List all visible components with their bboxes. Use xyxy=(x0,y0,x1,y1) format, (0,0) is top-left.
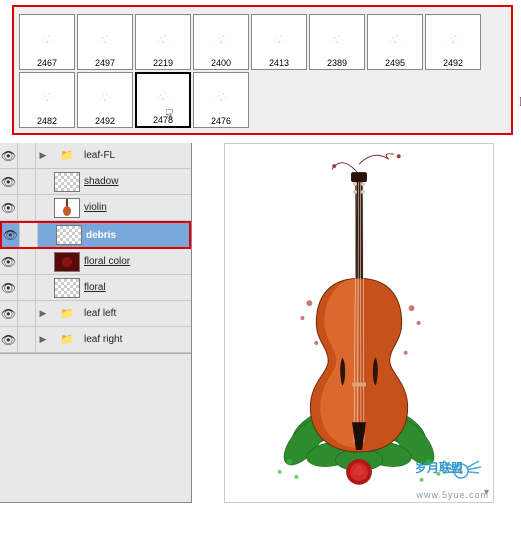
brush-size-label: 2219 xyxy=(153,58,173,68)
eye-icon: 👁 xyxy=(1,307,16,321)
layer-row[interactable]: 👁 violin xyxy=(0,195,191,221)
layer-name[interactable]: shadow xyxy=(84,176,118,187)
brush-thumb xyxy=(140,20,186,58)
layer-name[interactable]: violin xyxy=(84,202,107,213)
visibility-toggle[interactable]: 👁 xyxy=(0,301,18,326)
layer-lock-column[interactable] xyxy=(18,301,36,326)
brush-preset[interactable]: 2389 xyxy=(309,14,365,70)
layer-row[interactable]: 👁 ▶ 📁 leaf right xyxy=(0,327,191,353)
brush-size-label: 2482 xyxy=(37,116,57,126)
eye-icon: 👁 xyxy=(1,255,16,269)
brush-preset[interactable]: 2492 xyxy=(77,72,133,128)
brush-thumb xyxy=(198,20,244,58)
layer-lock-column[interactable] xyxy=(18,195,36,220)
eye-icon: 👁 xyxy=(1,149,16,163)
brush-preset[interactable]: 2482 xyxy=(19,72,75,128)
layer-row[interactable]: 👁 ▶ 📁 leaf left xyxy=(0,301,191,327)
eye-icon: 👁 xyxy=(3,228,18,242)
expand-arrow-icon[interactable]: ▶ xyxy=(36,308,50,319)
visibility-toggle[interactable]: 👁 xyxy=(2,223,20,247)
brush-preset[interactable]: 2400 xyxy=(193,14,249,70)
canvas-preview: 5 岁月联盟 www.5yue.com ▾ xyxy=(224,143,494,503)
layer-row[interactable]: 👁 ▶ 📁 leaf-FL xyxy=(0,143,191,169)
brush-preset[interactable]: 2478☟ xyxy=(135,72,191,128)
layer-thumbnail: 📁 xyxy=(54,146,80,166)
layer-thumbnail xyxy=(54,172,80,192)
brush-thumb xyxy=(140,77,186,115)
eye-icon: 👁 xyxy=(1,175,16,189)
brush-preset[interactable]: 2495 xyxy=(367,14,423,70)
layer-lock-column[interactable] xyxy=(18,327,36,352)
layer-lock-column[interactable] xyxy=(18,275,36,300)
layer-row[interactable]: 👁 shadow xyxy=(0,169,191,195)
brush-thumb xyxy=(198,78,244,116)
brush-size-label: 2400 xyxy=(211,58,231,68)
brush-size-label: 2476 xyxy=(211,116,231,126)
brush-thumb xyxy=(82,78,128,116)
brush-size-label: 2495 xyxy=(385,58,405,68)
visibility-toggle[interactable]: 👁 xyxy=(0,143,18,168)
layer-thumbnail: 📁 xyxy=(54,330,80,350)
brush-preset[interactable]: 2497 xyxy=(77,14,133,70)
brush-thumb xyxy=(372,20,418,58)
layer-thumbnail xyxy=(56,225,82,245)
layer-name[interactable]: leaf right xyxy=(84,334,122,345)
layer-name[interactable]: debris xyxy=(86,230,116,241)
layers-panel: 👁 ▶ 📁 leaf-FL 👁 shadow 👁 violin 👁 debris 👁 floral c… xyxy=(0,143,192,503)
scroll-down-icon[interactable]: ▾ xyxy=(484,487,489,498)
visibility-toggle[interactable]: 👁 xyxy=(0,169,18,194)
expand-arrow-icon[interactable]: ▶ xyxy=(36,334,50,345)
cursor-icon: ☟ xyxy=(165,106,174,123)
layer-name[interactable]: floral xyxy=(84,282,106,293)
brush-thumb xyxy=(82,20,128,58)
brush-thumb xyxy=(430,20,476,58)
watermark-url: www.5yue.com xyxy=(416,490,489,500)
brush-size-label: 2497 xyxy=(95,58,115,68)
brush-preset[interactable]: 2492 xyxy=(425,14,481,70)
brush-preset[interactable]: 2476 xyxy=(193,72,249,128)
layer-name[interactable]: floral color xyxy=(84,256,130,267)
layer-thumbnail xyxy=(54,198,80,218)
expand-arrow-icon[interactable]: ▶ xyxy=(36,150,50,161)
layers-footer xyxy=(0,353,191,377)
layer-row[interactable]: 👁 floral xyxy=(0,275,191,301)
brush-size-label: 2413 xyxy=(269,58,289,68)
visibility-toggle[interactable]: 👁 xyxy=(0,195,18,220)
brush-size-label: 2492 xyxy=(95,116,115,126)
brush-size-label: 2467 xyxy=(37,58,57,68)
watermark-text: 岁月联盟 xyxy=(415,459,463,476)
visibility-toggle[interactable]: 👁 xyxy=(0,327,18,352)
brush-preset[interactable]: 2467 xyxy=(19,14,75,70)
brush-size-label: 2492 xyxy=(443,58,463,68)
layer-row[interactable]: 👁 debris xyxy=(0,221,191,249)
layer-lock-column[interactable] xyxy=(18,169,36,194)
layer-thumbnail xyxy=(54,252,80,272)
brush-thumb xyxy=(24,78,70,116)
brush-thumb xyxy=(24,20,70,58)
layer-name[interactable]: leaf-FL xyxy=(84,150,115,161)
layer-thumbnail: 📁 xyxy=(54,304,80,324)
brush-preset[interactable]: 2413 xyxy=(251,14,307,70)
visibility-toggle[interactable]: 👁 xyxy=(0,249,18,274)
layer-lock-column[interactable] xyxy=(20,223,38,247)
layer-lock-column[interactable] xyxy=(18,249,36,274)
brush-grid: 2467 2497 2219 2400 2413 2389 2495 2492 2482 2492… xyxy=(18,13,507,129)
layer-name[interactable]: leaf left xyxy=(84,308,116,319)
brush-thumb xyxy=(314,20,360,58)
brush-preset-panel: 2467 2497 2219 2400 2413 2389 2495 2492 2482 2492… xyxy=(12,5,513,135)
eye-icon: 👁 xyxy=(1,333,16,347)
eye-icon: 👁 xyxy=(1,201,16,215)
layer-row[interactable]: 👁 floral color xyxy=(0,249,191,275)
brush-preset[interactable]: 2219 xyxy=(135,14,191,70)
eye-icon: 👁 xyxy=(1,281,16,295)
visibility-toggle[interactable]: 👁 xyxy=(0,275,18,300)
brush-size-label: 2389 xyxy=(327,58,347,68)
layer-lock-column[interactable] xyxy=(18,143,36,168)
layer-thumbnail xyxy=(54,278,80,298)
brush-thumb xyxy=(256,20,302,58)
